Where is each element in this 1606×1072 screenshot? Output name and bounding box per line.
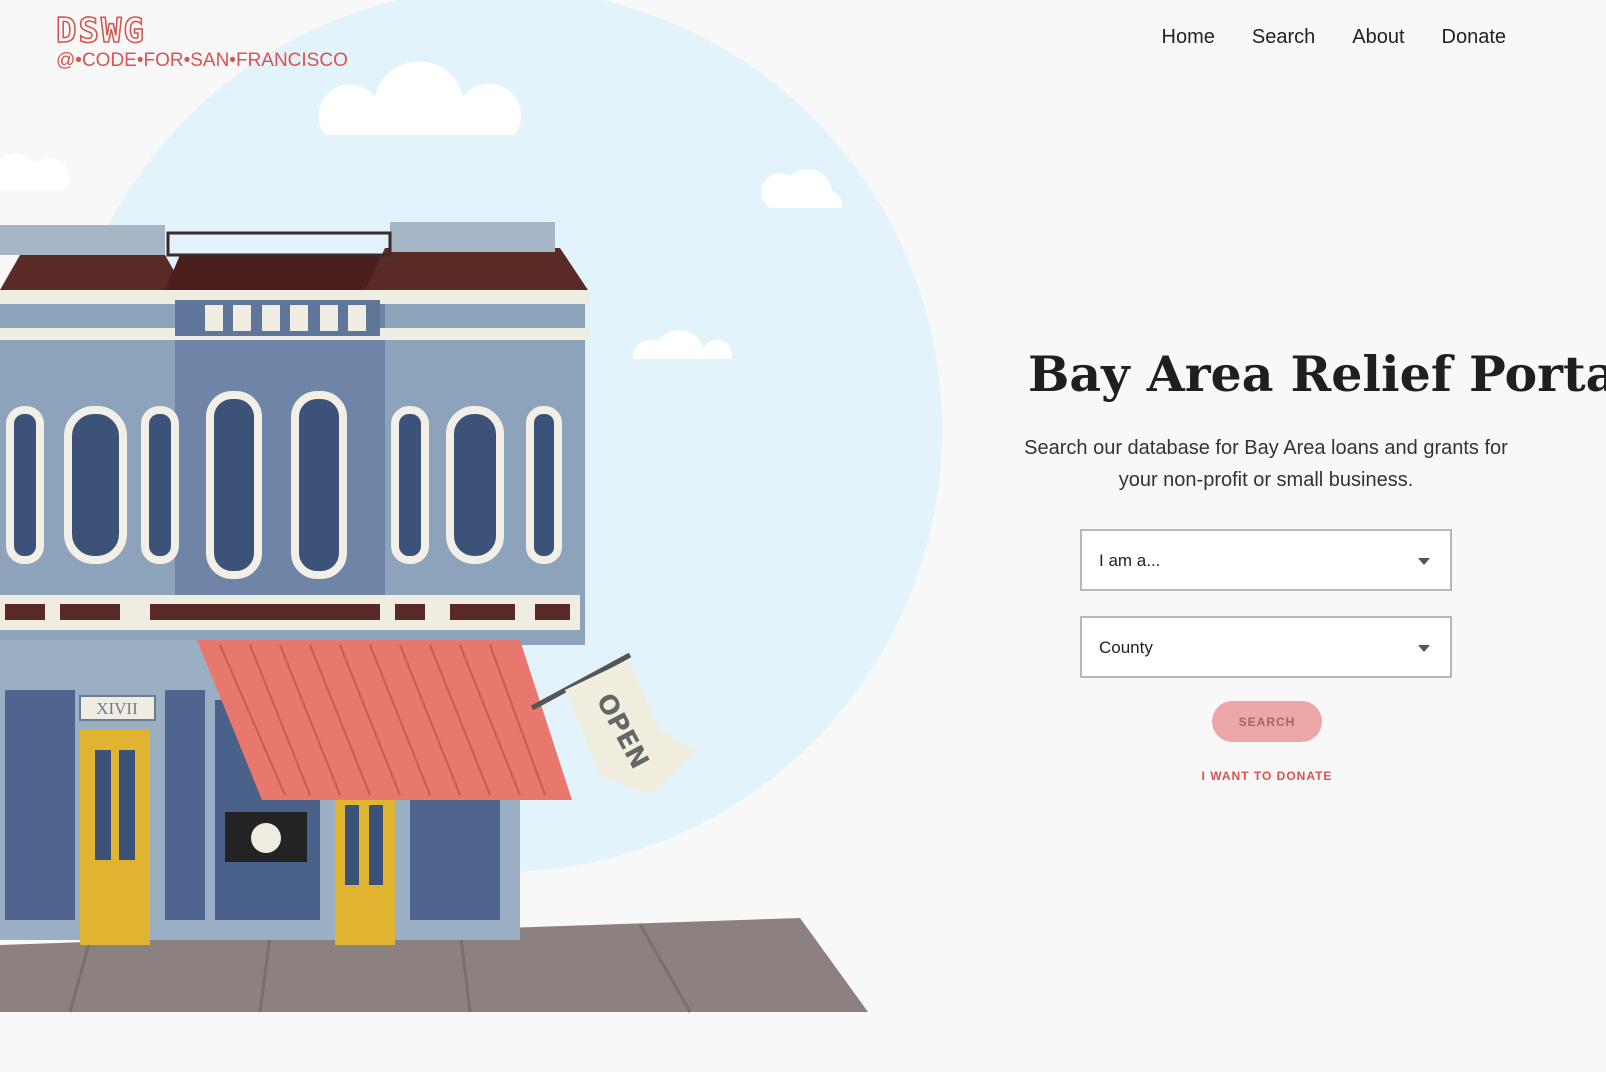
nav-donate[interactable]: Donate [1442,26,1507,49]
roof-left [0,255,185,290]
donate-link[interactable]: I WANT TO DONATE [1150,769,1384,783]
logo[interactable]: DSWG @•CODE•FOR•SAN•FRANCISCO [55,11,348,72]
page-subtitle: Search our database for Bay Area loans a… [1000,432,1532,496]
nav-search[interactable]: Search [1252,26,1315,49]
search-button[interactable]: SEARCH [1212,701,1322,742]
top-nav: Home Search About Donate [1162,26,1507,49]
nav-home[interactable]: Home [1162,26,1215,49]
county-select-value: County [1099,638,1153,657]
door-left [80,730,150,945]
chevron-down-icon [1418,558,1430,565]
chevron-down-icon [1418,645,1430,652]
logo-mark: DSWG [55,11,146,51]
door-right [335,790,395,945]
role-select[interactable]: I am a... [1080,529,1452,591]
role-select-value: I am a... [1099,551,1161,570]
logo-tagline: @•CODE•FOR•SAN•FRANCISCO [56,50,348,71]
subtitle-line-2: your non-profit or small business. [1118,469,1414,491]
roof-right [365,248,588,290]
subtitle-line-1: Search our database for Bay Area loans a… [1024,437,1508,459]
page-title: Bay Area Relief Portal [1028,345,1606,403]
nav-about[interactable]: About [1352,26,1404,49]
county-select[interactable]: County [1080,616,1452,678]
address-plaque: XIVII [96,699,138,718]
